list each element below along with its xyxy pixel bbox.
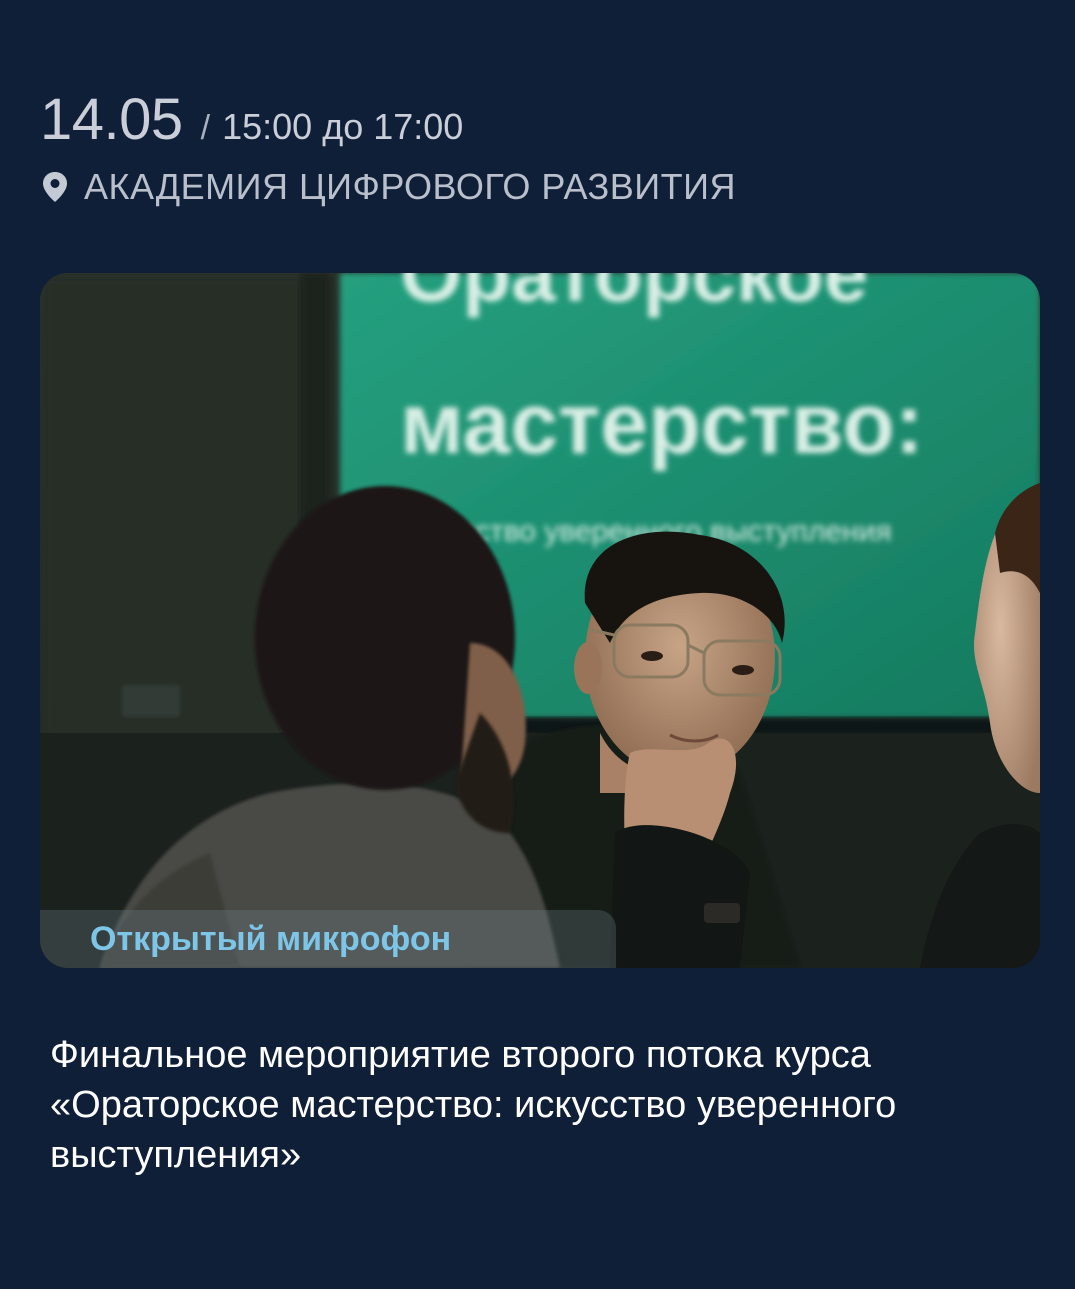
- screen-text-line2: мастерство:: [400, 376, 923, 472]
- event-card[interactable]: 14.05 / 15:00 до 17:00 АКАДЕМИЯ ЦИФРОВОГ…: [0, 0, 1075, 1289]
- event-time-range: 15:00 до 17:00: [222, 106, 464, 147]
- event-date: 14.05: [40, 87, 183, 152]
- category-tag-label: Открытый микрофон: [90, 919, 452, 958]
- location-label: АКАДЕМИЯ ЦИФРОВОГО РАЗВИТИЯ: [84, 166, 737, 207]
- screen-text-line1: Ораторское: [400, 273, 868, 318]
- event-location: АКАДЕМИЯ ЦИФРОВОГО РАЗВИТИЯ: [40, 166, 736, 208]
- event-photo[interactable]: Ораторское мастерство: искусство уверенн…: [40, 273, 1040, 968]
- event-title[interactable]: Финальное мероприятие второго потока кур…: [50, 1030, 1040, 1180]
- event-datetime: 14.05 / 15:00 до 17:00: [40, 86, 463, 153]
- datetime-separator: /: [200, 109, 211, 147]
- category-tag: Открытый микрофон: [40, 910, 616, 968]
- location-pin-icon: [40, 170, 70, 204]
